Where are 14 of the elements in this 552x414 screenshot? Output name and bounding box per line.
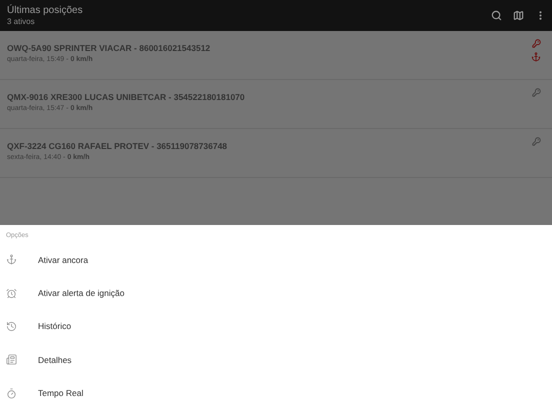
app-title: Últimas posições: [7, 4, 84, 16]
vehicle-name: QMX-9016 XRE300 LUCAS UNIBETCAR - 354522180181070: [7, 91, 246, 103]
anchor-icon: [6, 254, 17, 266]
vehicle-name: QXF-3224 CG160 RAFAEL PROTEV - 365119078736748: [7, 140, 228, 152]
history-icon: [6, 320, 17, 332]
search-button[interactable]: [490, 10, 502, 22]
map-icon: [512, 10, 524, 21]
vehicle-name: OWQ-5A90 SPRINTER VIACAR - 860016021543512: [7, 42, 212, 54]
search-icon: [490, 10, 502, 21]
alarm-clock-icon: [6, 288, 17, 299]
stopwatch-icon: [6, 388, 17, 399]
app-subtitle: 3 ativos: [7, 16, 36, 26]
document-icon: [6, 354, 17, 366]
map-button[interactable]: [512, 10, 524, 22]
